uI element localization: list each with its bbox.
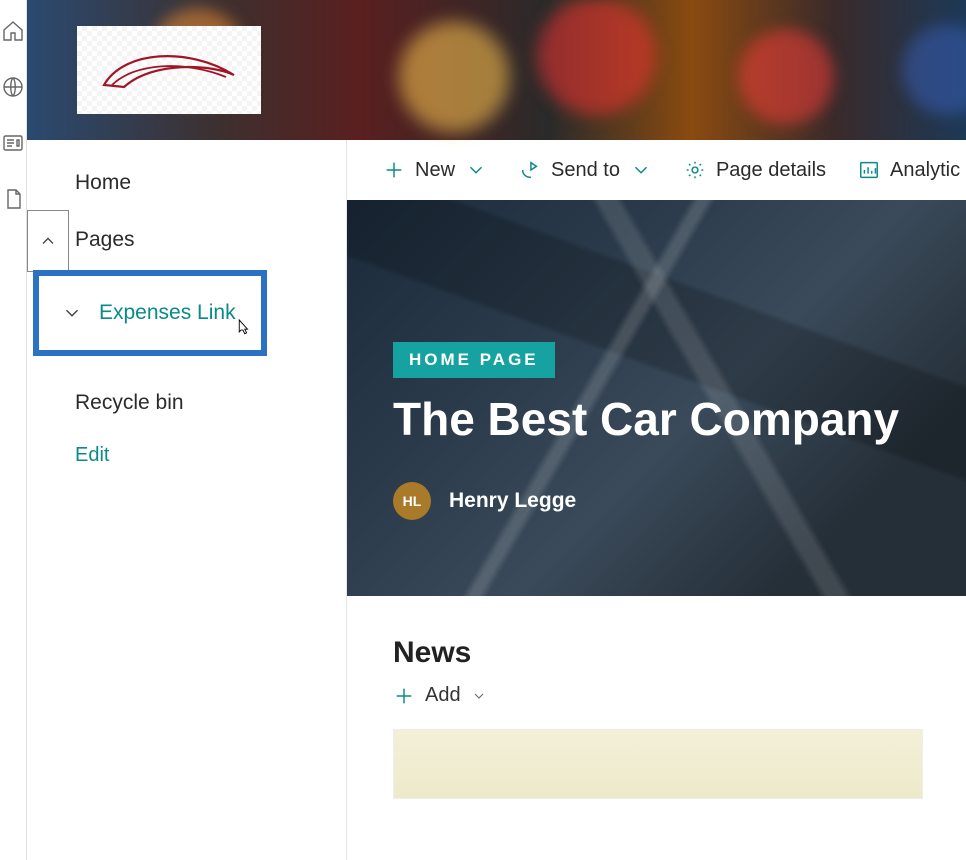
author-name: Henry Legge [449,489,576,513]
chevron-down-icon [465,159,487,181]
nav-expenses-label: Expenses Link [99,301,236,325]
app-root: Home Pages Expenses Link Recycle bin Edi… [0,0,966,860]
cmd-page-details[interactable]: Page details [668,153,842,188]
cmd-analytics-label: Analytic [890,159,960,182]
site-logo[interactable] [77,26,261,114]
nav-expenses-link-highlight[interactable]: Expenses Link [33,270,267,356]
command-bar: New Send to Page details Analytic [347,140,966,200]
nav-pages[interactable]: Pages [27,210,346,267]
share-icon [519,159,541,181]
chevron-down-icon [61,302,83,324]
rail-page-icon[interactable] [0,186,26,212]
nav-edit[interactable]: Edit [27,430,346,481]
plus-icon [383,159,405,181]
news-add-label: Add [425,684,461,707]
cmd-analytics[interactable]: Analytic [842,153,966,188]
plus-icon [393,685,415,707]
cmd-new-label: New [415,159,455,182]
cmd-page-details-label: Page details [716,159,826,182]
side-nav: Home Pages Expenses Link Recycle bin Edi… [27,140,347,860]
left-rail [0,0,27,860]
cmd-send-to-label: Send to [551,159,620,182]
cmd-send-to[interactable]: Send to [503,153,668,188]
analytics-icon [858,159,880,181]
rail-globe-icon[interactable] [0,74,26,100]
gear-icon [684,159,706,181]
news-section: News Add [347,596,966,799]
news-card[interactable] [393,729,923,799]
nav-pages-wrap: Pages [27,210,346,272]
rail-news-icon[interactable] [0,130,26,156]
below-banner: Home Pages Expenses Link Recycle bin Edi… [27,140,966,860]
hero-tag: HOME PAGE [393,342,555,378]
nav-recycle-bin[interactable]: Recycle bin [27,376,346,430]
chevron-down-icon [630,159,652,181]
news-heading: News [393,636,966,670]
page-hero: HOME PAGE The Best Car Company HL Henry … [347,200,966,596]
cursor-pointer-icon [231,318,253,344]
site-banner [27,0,966,140]
nav-home[interactable]: Home [27,156,346,210]
chevron-down-icon [471,688,487,704]
page-author: HL Henry Legge [393,482,966,520]
news-add[interactable]: Add [393,684,966,707]
content-area: New Send to Page details Analytic [347,140,966,860]
main-column: Home Pages Expenses Link Recycle bin Edi… [27,0,966,860]
author-avatar[interactable]: HL [393,482,431,520]
rail-home-icon[interactable] [0,18,26,44]
cmd-new[interactable]: New [367,153,503,188]
page-title: The Best Car Company [393,392,966,446]
